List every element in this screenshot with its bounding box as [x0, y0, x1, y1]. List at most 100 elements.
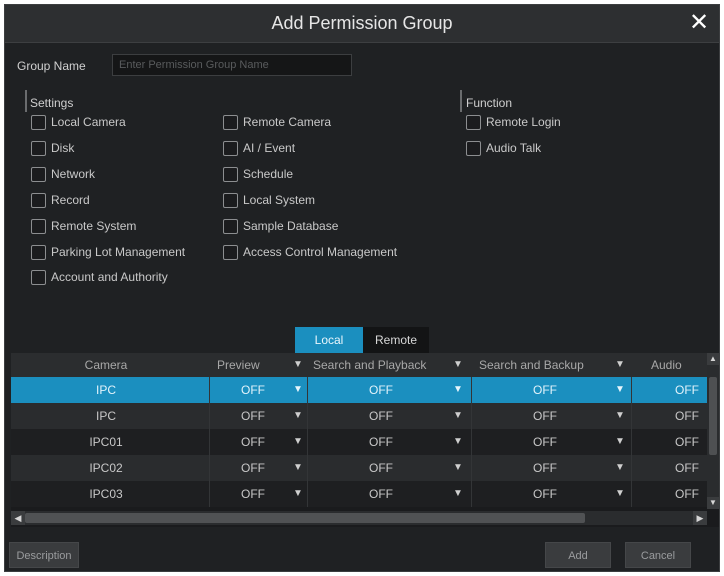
permission-select[interactable]: OFF ▼: [217, 481, 305, 507]
chevron-down-icon[interactable]: ▼: [615, 377, 625, 403]
checkbox-box[interactable]: [31, 114, 46, 130]
chevron-down-icon[interactable]: ▼: [293, 353, 303, 377]
permission-select[interactable]: OFF: [651, 377, 707, 403]
chevron-down-icon[interactable]: ▼: [293, 481, 303, 507]
arrow-right-icon[interactable]: ▶: [693, 511, 707, 525]
checkbox-label: Local System: [243, 193, 316, 207]
permission-select[interactable]: OFF: [651, 455, 707, 481]
column-separator: [631, 403, 632, 429]
permission-select[interactable]: OFF ▼: [479, 377, 629, 403]
add-button[interactable]: Add: [545, 542, 611, 568]
checkbox-remote-camera[interactable]: Remote Camera: [223, 113, 331, 131]
permission-select[interactable]: OFF ▼: [217, 377, 305, 403]
chevron-down-icon[interactable]: ▼: [615, 455, 625, 481]
checkbox-local-camera[interactable]: Local Camera: [31, 113, 126, 131]
chevron-down-icon[interactable]: ▼: [615, 403, 625, 429]
chevron-down-icon[interactable]: ▼: [615, 353, 625, 377]
horizontal-scrollbar[interactable]: ◀ ▶: [11, 511, 707, 525]
permission-select[interactable]: OFF ▼: [217, 455, 305, 481]
permission-select[interactable]: OFF: [651, 403, 707, 429]
checkbox-remote-login[interactable]: Remote Login: [466, 113, 561, 131]
permission-select[interactable]: OFF ▼: [479, 481, 629, 507]
tab-local[interactable]: Local: [295, 327, 363, 353]
close-icon[interactable]: ✕: [687, 10, 711, 36]
permission-select[interactable]: OFF ▼: [313, 377, 465, 403]
permission-select[interactable]: OFF ▼: [313, 403, 465, 429]
vertical-scrollbar[interactable]: ▲ ▼: [707, 353, 719, 509]
chevron-down-icon[interactable]: ▼: [453, 455, 463, 481]
group-name-input[interactable]: [112, 54, 352, 76]
checkbox-label: Parking Lot Management: [51, 245, 186, 259]
checkbox-account-and-authority[interactable]: Account and Authority: [31, 268, 168, 286]
permission-select[interactable]: OFF ▼: [479, 429, 629, 455]
checkbox-box[interactable]: [31, 140, 46, 156]
permission-select[interactable]: OFF ▼: [217, 403, 305, 429]
checkbox-box[interactable]: [223, 114, 238, 130]
chevron-down-icon[interactable]: ▼: [453, 353, 463, 377]
checkbox-sample-database[interactable]: Sample Database: [223, 217, 338, 235]
permission-select[interactable]: OFF ▼: [479, 403, 629, 429]
checkbox-box[interactable]: [223, 218, 238, 234]
checkbox-remote-system[interactable]: Remote System: [31, 217, 136, 235]
chevron-down-icon[interactable]: ▼: [453, 481, 463, 507]
cancel-button[interactable]: Cancel: [625, 542, 691, 568]
chevron-down-icon[interactable]: ▼: [293, 429, 303, 455]
table-row[interactable]: IPC OFF ▼ OFF ▼ OFF ▼ OFF: [11, 403, 707, 429]
chevron-down-icon[interactable]: ▼: [615, 481, 625, 507]
checkbox-box[interactable]: [466, 140, 481, 156]
column-header-search-and-playback[interactable]: Search and Playback ▼: [313, 353, 465, 377]
chevron-down-icon[interactable]: ▼: [293, 403, 303, 429]
checkbox-box[interactable]: [31, 166, 46, 182]
chevron-down-icon[interactable]: ▼: [453, 377, 463, 403]
permission-value: OFF: [533, 461, 557, 475]
permission-select[interactable]: OFF: [651, 481, 707, 507]
arrow-down-icon[interactable]: ▼: [707, 497, 719, 509]
table-row[interactable]: IPC02 OFF ▼ OFF ▼ OFF ▼ OFF: [11, 455, 707, 481]
permission-select[interactable]: OFF ▼: [313, 455, 465, 481]
checkbox-box[interactable]: [31, 192, 46, 208]
checkbox-disk[interactable]: Disk: [31, 139, 74, 157]
checkbox-box[interactable]: [31, 244, 46, 260]
checkbox-schedule[interactable]: Schedule: [223, 165, 293, 183]
checkbox-label: Local Camera: [51, 115, 126, 129]
chevron-down-icon[interactable]: ▼: [453, 429, 463, 455]
column-header-search-and-backup[interactable]: Search and Backup ▼: [479, 353, 629, 377]
column-header-audio[interactable]: Audio: [651, 353, 707, 377]
permission-value: OFF: [675, 383, 699, 397]
tab-remote[interactable]: Remote: [363, 327, 429, 353]
local-remote-tabs: Local Remote: [295, 327, 429, 353]
vertical-scroll-thumb[interactable]: [709, 377, 717, 455]
checkbox-local-system[interactable]: Local System: [223, 191, 315, 209]
chevron-down-icon[interactable]: ▼: [453, 403, 463, 429]
chevron-down-icon[interactable]: ▼: [293, 455, 303, 481]
description-button[interactable]: Description: [9, 542, 79, 568]
table-row[interactable]: IPC OFF ▼ OFF ▼ OFF ▼ OFF: [11, 377, 707, 403]
permission-select[interactable]: OFF ▼: [217, 429, 305, 455]
table-row[interactable]: IPC01 OFF ▼ OFF ▼ OFF ▼ OFF: [11, 429, 707, 455]
column-header-preview[interactable]: Preview ▼: [217, 353, 305, 377]
checkbox-parking-lot-management[interactable]: Parking Lot Management: [31, 243, 185, 261]
arrow-up-icon[interactable]: ▲: [707, 353, 719, 365]
column-separator: [631, 429, 632, 455]
checkbox-ai-event[interactable]: AI / Event: [223, 139, 295, 157]
checkbox-box[interactable]: [31, 218, 46, 234]
checkbox-audio-talk[interactable]: Audio Talk: [466, 139, 541, 157]
checkbox-box[interactable]: [223, 140, 238, 156]
permission-select[interactable]: OFF ▼: [479, 455, 629, 481]
permission-select[interactable]: OFF ▼: [313, 429, 465, 455]
table-row[interactable]: IPC03 OFF ▼ OFF ▼ OFF ▼ OFF: [11, 481, 707, 507]
checkbox-box[interactable]: [31, 269, 46, 285]
permission-select[interactable]: OFF: [651, 429, 707, 455]
checkbox-record[interactable]: Record: [31, 191, 90, 209]
checkbox-box[interactable]: [223, 166, 238, 182]
checkbox-network[interactable]: Network: [31, 165, 95, 183]
checkbox-access-control-management[interactable]: Access Control Management: [223, 243, 397, 261]
checkbox-box[interactable]: [223, 244, 238, 260]
checkbox-box[interactable]: [223, 192, 238, 208]
permission-select[interactable]: OFF ▼: [313, 481, 465, 507]
chevron-down-icon[interactable]: ▼: [615, 429, 625, 455]
horizontal-scroll-thumb[interactable]: [25, 513, 585, 523]
arrow-left-icon[interactable]: ◀: [11, 511, 25, 525]
checkbox-box[interactable]: [466, 114, 481, 130]
chevron-down-icon[interactable]: ▼: [293, 377, 303, 403]
